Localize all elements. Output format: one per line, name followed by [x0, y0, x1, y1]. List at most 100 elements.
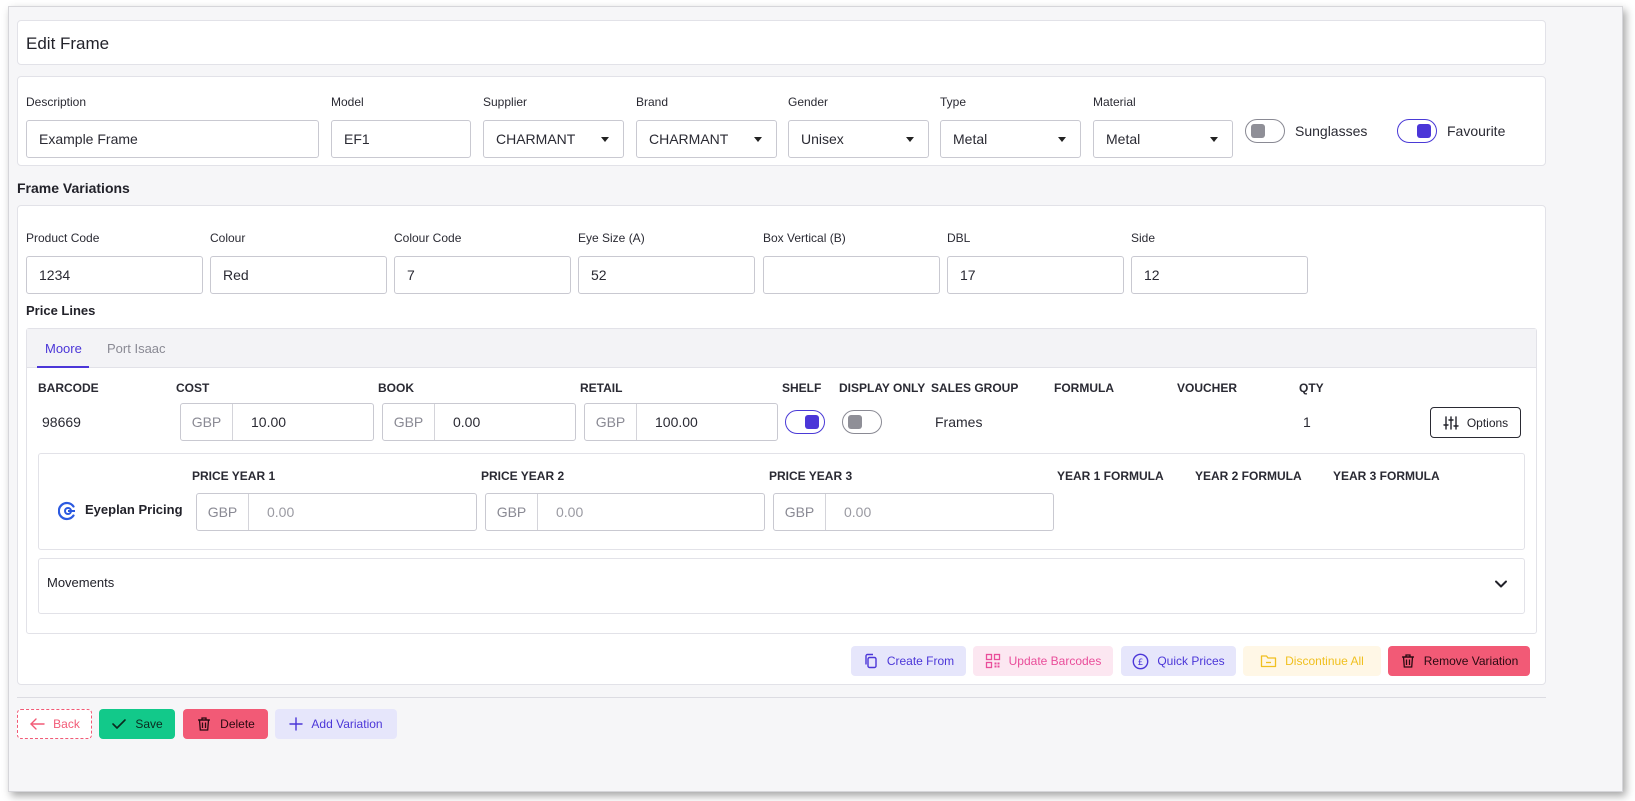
movements-label: Movements — [47, 575, 115, 590]
discontinue-all-label: Discontinue All — [1285, 654, 1364, 668]
gender-select[interactable]: Unisex — [788, 120, 929, 158]
svg-text:£: £ — [1138, 658, 1144, 668]
add-variation-button[interactable]: Add Variation — [275, 709, 397, 739]
qty-header: QTY — [1299, 381, 1324, 395]
voucher-header: VOUCHER — [1177, 381, 1238, 395]
caret-down-icon — [754, 137, 762, 142]
colour-input[interactable]: Red — [210, 256, 387, 294]
cost-header: COST — [176, 381, 210, 395]
cost-input[interactable]: GBP 10.00 — [180, 403, 374, 441]
price-year-3-input[interactable]: GBP 0.00 — [773, 493, 1054, 531]
delete-label: Delete — [220, 717, 255, 731]
options-button[interactable]: Options — [1430, 407, 1521, 438]
tab-moore-label: Moore — [45, 341, 82, 356]
save-button[interactable]: Save — [99, 709, 175, 739]
year-3-formula-header: YEAR 3 FORMULA — [1333, 469, 1440, 483]
price-year-2-header: PRICE YEAR 2 — [481, 469, 565, 483]
product-code-value: 1234 — [39, 267, 71, 283]
colour-label: Colour — [210, 231, 246, 245]
toggle-knob — [1417, 124, 1431, 138]
brand-select[interactable]: CHARMANT — [636, 120, 777, 158]
colour-value: Red — [223, 267, 249, 283]
price-lines-title: Price Lines — [26, 303, 96, 318]
price-year-1-input[interactable]: GBP 0.00 — [196, 493, 477, 531]
book-input[interactable]: GBP 0.00 — [382, 403, 576, 441]
price-year-1-header: PRICE YEAR 1 — [192, 469, 276, 483]
brand-label: Brand — [636, 95, 669, 109]
quick-prices-button[interactable]: £ Quick Prices — [1121, 646, 1236, 676]
colour-code-input[interactable]: 7 — [394, 256, 571, 294]
box-vertical-input[interactable] — [763, 256, 940, 294]
eyeplan-pricing-label: Eyeplan Pricing — [85, 502, 183, 517]
create-from-label: Create From — [886, 654, 955, 668]
gender-label: Gender — [788, 95, 829, 109]
update-barcodes-button[interactable]: Update Barcodes — [973, 646, 1113, 676]
material-select[interactable]: Metal — [1093, 120, 1233, 158]
dbl-value: 17 — [960, 267, 976, 283]
price-year-2-input[interactable]: GBP 0.00 — [485, 493, 765, 531]
price-year-3-placeholder: 0.00 — [844, 504, 872, 520]
year-2-formula-header: YEAR 2 FORMULA — [1195, 469, 1302, 483]
dbl-input[interactable]: 17 — [947, 256, 1124, 294]
page-title: Edit Frame — [26, 34, 110, 53]
model-label: Model — [331, 95, 364, 109]
supplier-value: CHARMANT — [496, 131, 576, 147]
folder-minus-icon — [1260, 655, 1277, 668]
eye-size-input[interactable]: 52 — [578, 256, 755, 294]
back-label: Back — [53, 717, 80, 731]
caret-down-icon — [1058, 137, 1066, 142]
type-select[interactable]: Metal — [940, 120, 1081, 158]
side-input[interactable]: 12 — [1131, 256, 1308, 294]
barcode-header: BARCODE — [38, 381, 99, 395]
quick-prices-label: Quick Prices — [1157, 654, 1225, 668]
type-value: Metal — [953, 131, 988, 147]
tab-port-isaac[interactable]: Port Isaac — [99, 329, 179, 368]
model-input[interactable]: EF1 — [331, 120, 471, 158]
back-button[interactable]: Back — [17, 709, 92, 739]
sliders-icon — [1443, 415, 1459, 430]
remove-variation-button[interactable]: Remove Variation — [1388, 646, 1530, 676]
book-header: BOOK — [378, 381, 414, 395]
caret-down-icon — [906, 137, 914, 142]
cost-value: 10.00 — [251, 414, 287, 430]
shelf-header: SHELF — [782, 381, 822, 395]
toggle-knob — [848, 415, 862, 429]
tab-moore[interactable]: Moore — [37, 329, 89, 368]
discontinue-all-button[interactable]: Discontinue All — [1243, 646, 1381, 676]
arrow-left-icon — [30, 718, 45, 730]
description-input[interactable]: Example Frame — [26, 120, 319, 158]
currency-label: GBP — [486, 494, 538, 530]
colour-code-value: 7 — [407, 267, 415, 283]
sunglasses-label: Sunglasses — [1295, 123, 1368, 139]
eye-size-value: 52 — [591, 267, 607, 283]
qr-code-icon — [985, 653, 1000, 669]
update-barcodes-label: Update Barcodes — [1008, 654, 1102, 668]
delete-button[interactable]: Delete — [183, 709, 268, 739]
favourite-toggle[interactable] — [1397, 119, 1437, 143]
edit-frame-window: Edit Frame Description Example Frame Mod… — [8, 6, 1623, 792]
sunglasses-toggle[interactable] — [1245, 119, 1285, 143]
toggle-knob — [805, 415, 819, 429]
supplier-select[interactable]: CHARMANT — [483, 120, 624, 158]
qty-value: 1 — [1303, 414, 1311, 430]
price-year-3-header: PRICE YEAR 3 — [769, 469, 853, 483]
retail-value: 100.00 — [655, 414, 698, 430]
trash-icon — [1401, 654, 1414, 668]
display-only-header: DISPLAY ONLY — [839, 381, 926, 395]
product-code-input[interactable]: 1234 — [26, 256, 203, 294]
remove-variation-label: Remove Variation — [1423, 654, 1519, 668]
retail-input[interactable]: GBP 100.00 — [584, 403, 778, 441]
check-icon — [112, 719, 127, 729]
shelf-toggle[interactable] — [785, 410, 825, 434]
currency-label: GBP — [585, 404, 637, 440]
movements-accordion[interactable]: Movements — [38, 558, 1525, 614]
display-only-toggle[interactable] — [842, 410, 882, 434]
book-value: 0.00 — [453, 414, 481, 430]
eyeplan-pricing-panel: Eyeplan Pricing PRICE YEAR 1 PRICE YEAR … — [38, 453, 1525, 550]
caret-down-icon — [1210, 137, 1218, 142]
footer-divider — [17, 697, 1546, 698]
formula-header: FORMULA — [1054, 381, 1114, 395]
material-value: Metal — [1106, 131, 1141, 147]
side-value: 12 — [1144, 267, 1160, 283]
create-from-button[interactable]: Create From — [851, 646, 966, 676]
